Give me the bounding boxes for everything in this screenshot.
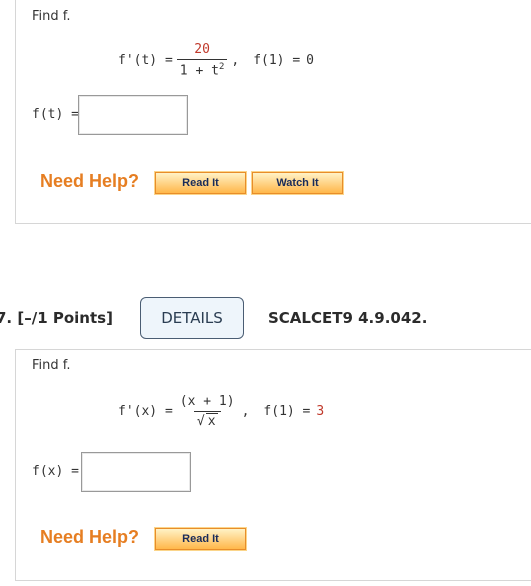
read-it-button[interactable]: Read It (154, 527, 247, 551)
need-help-label: Need Help? (40, 527, 140, 547)
equation-comma: , (231, 52, 240, 68)
fraction: (x + 1) √ x (177, 394, 238, 429)
answer-label: f(t) = (32, 107, 79, 122)
question-prompt: Find f. (32, 9, 71, 24)
fraction-denominator: √ x (193, 411, 221, 429)
need-help-label: Need Help? (40, 171, 140, 191)
question-points-header: 7. [–/1 Points] (0, 309, 113, 327)
condition-value: 0 (306, 52, 314, 68)
fraction-denominator: 1 + t2 (176, 59, 228, 79)
answer-input[interactable] (78, 95, 188, 135)
condition-value: 3 (316, 404, 325, 419)
answer-input[interactable] (81, 452, 191, 492)
derivative-lhs: f'(x) = (118, 404, 173, 419)
question-prompt: Find f. (32, 358, 71, 373)
derivative-equation: f'(x) = (x + 1) √ x , f(1) = 3 (118, 394, 324, 429)
denominator-base: 1 + t (179, 63, 219, 79)
watch-it-button[interactable]: Watch It (251, 171, 344, 195)
condition-lhs: f(1) = (253, 52, 301, 68)
equation-comma: , (241, 404, 250, 419)
derivative-equation: f'(t) = 20 1 + t2 , f(1) = 0 (118, 42, 314, 78)
fraction: 20 1 + t2 (176, 42, 228, 79)
condition-lhs: f(1) = (263, 404, 311, 419)
answer-label: f(x) = (32, 464, 79, 479)
fraction-numerator: (x + 1) (179, 394, 235, 409)
read-it-button[interactable]: Read It (154, 171, 247, 195)
question-code: SCALCET9 4.9.042. (268, 309, 428, 327)
derivative-lhs: f'(t) = (118, 52, 173, 68)
sqrt-argument: x (205, 413, 218, 429)
denominator-exponent: 2 (218, 62, 225, 72)
details-button[interactable]: DETAILS (140, 297, 244, 339)
fraction-numerator: 20 (194, 42, 210, 57)
sqrt-symbol: √ (196, 414, 205, 429)
